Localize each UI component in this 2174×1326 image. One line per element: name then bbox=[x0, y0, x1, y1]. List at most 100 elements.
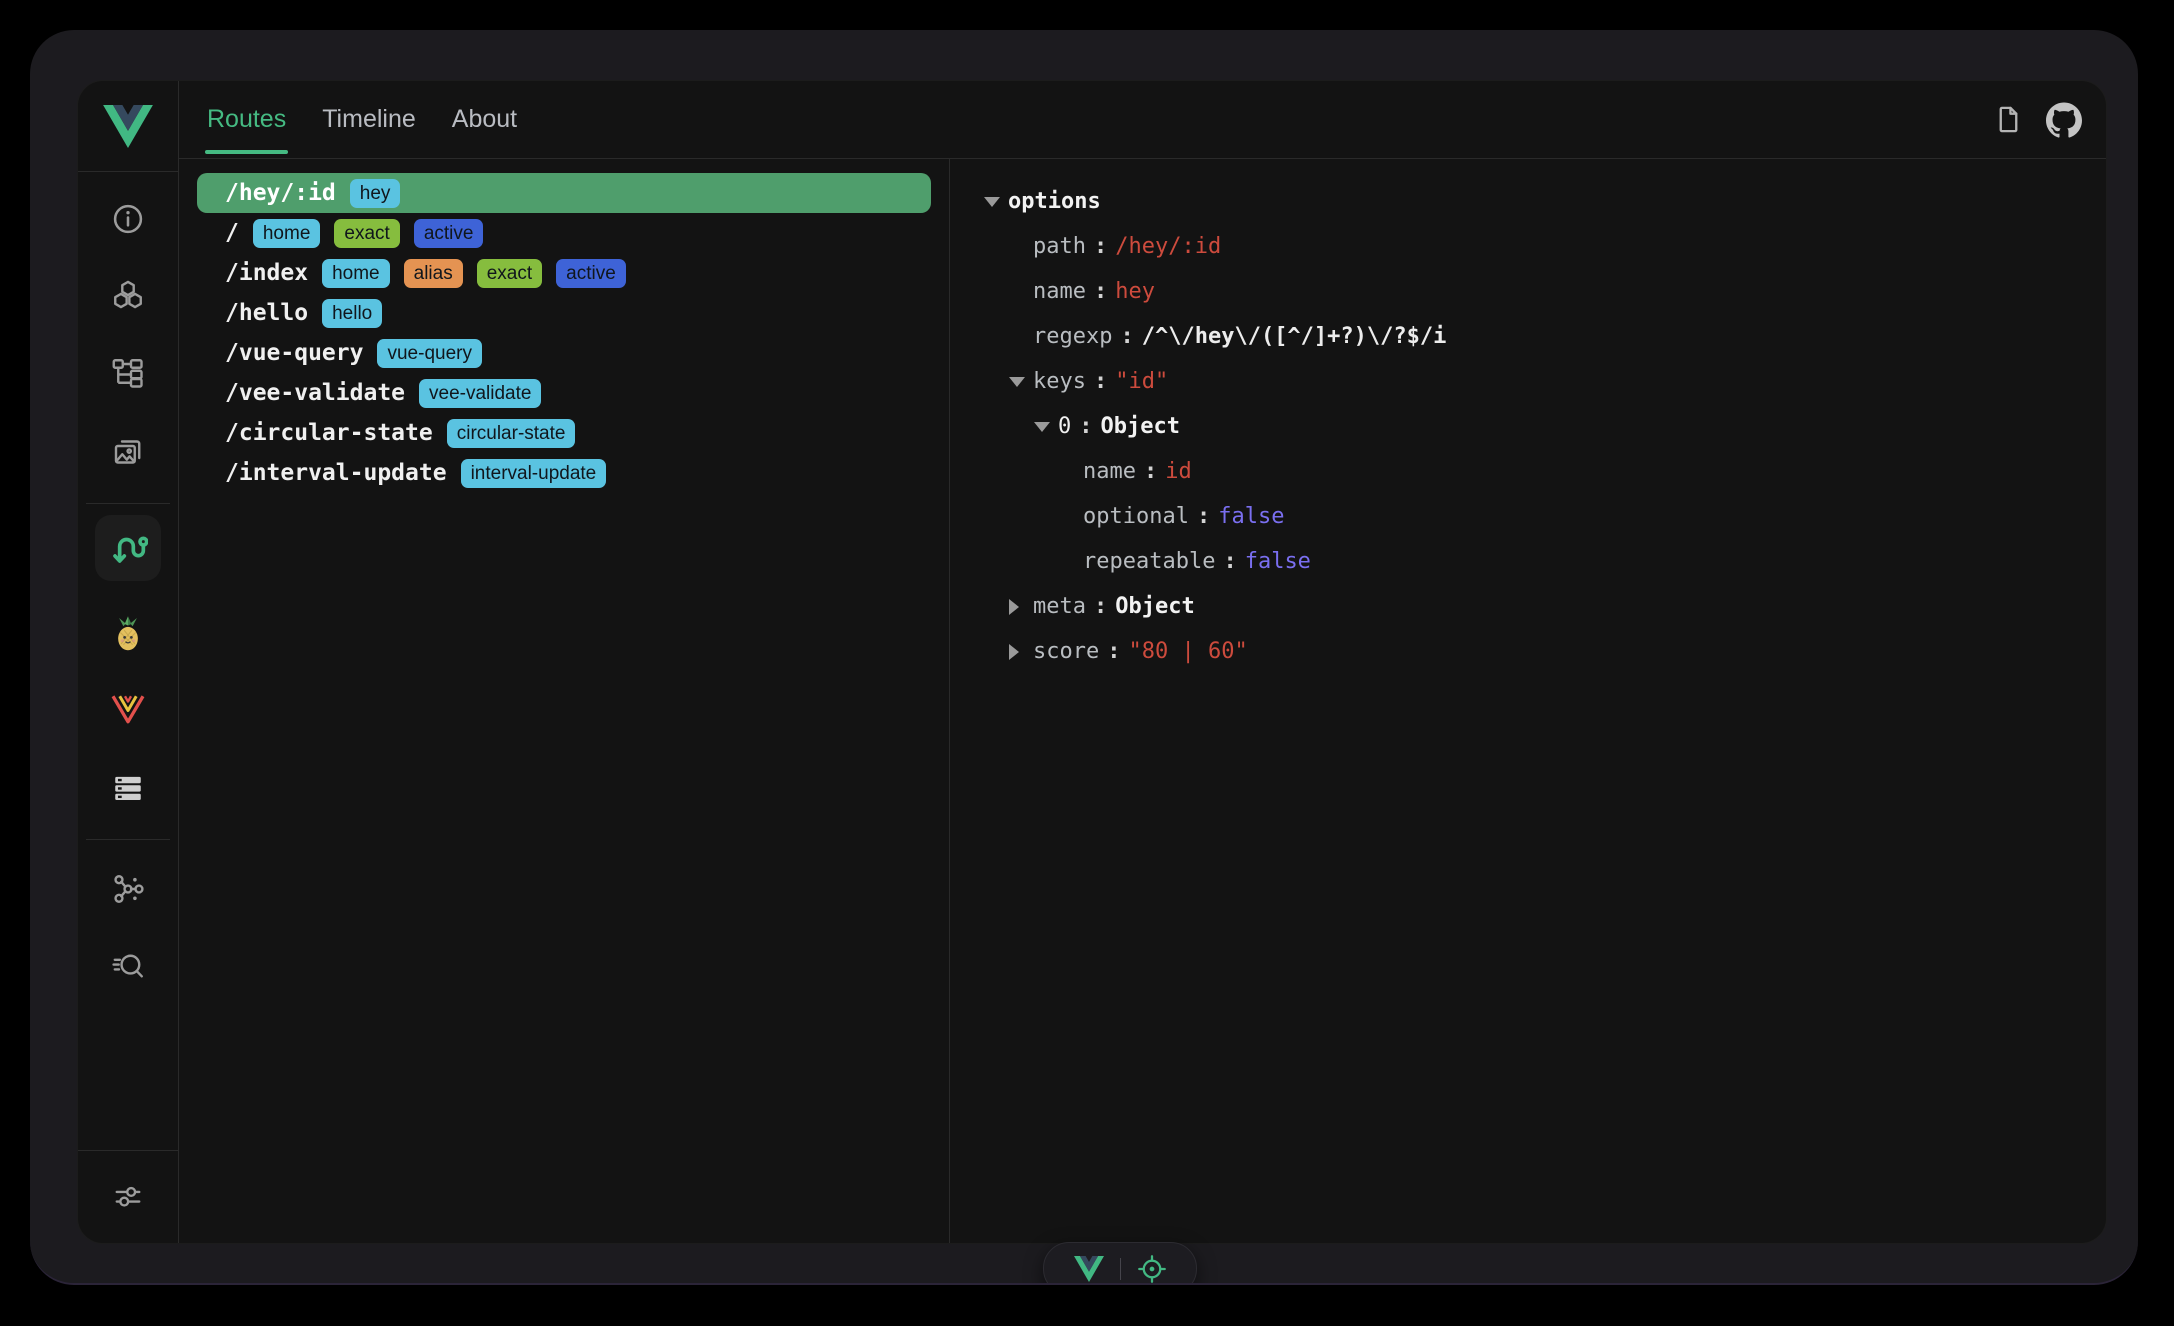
tree-value: Object bbox=[1115, 594, 1195, 619]
tree-colon: : bbox=[1107, 639, 1121, 664]
tree-row-meta[interactable]: meta: Object bbox=[950, 584, 2106, 629]
route-path: /index bbox=[225, 260, 309, 286]
tree-key: score bbox=[1033, 639, 1100, 664]
tree-colon: : bbox=[1093, 369, 1108, 394]
tree-key: keys bbox=[1033, 369, 1086, 394]
route-badge-name: home bbox=[322, 258, 390, 288]
header-actions bbox=[1993, 81, 2082, 158]
tree-row-score[interactable]: score: "80 | 60" bbox=[950, 629, 2106, 674]
route-path: /vue-query bbox=[225, 340, 364, 366]
tree-right-arrow-icon[interactable] bbox=[1009, 598, 1033, 615]
tree-key: repeatable bbox=[1083, 549, 1216, 574]
vue-logo-icon[interactable] bbox=[1073, 1255, 1104, 1282]
inspector-tree: options path: /hey/:id name: hey regexp: /^\/h… bbox=[950, 179, 2106, 674]
sidebar bbox=[78, 171, 179, 1243]
route-badge-exact: exact bbox=[476, 258, 543, 288]
tree-key: options bbox=[1008, 189, 1101, 214]
route-row[interactable]: /vee-validate vee-validate bbox=[197, 373, 931, 413]
route-row[interactable]: /hey/:id hey bbox=[197, 173, 931, 213]
inspect-target-icon[interactable] bbox=[1137, 1254, 1167, 1284]
route-row[interactable]: /vue-query vue-query bbox=[197, 333, 931, 373]
tree-row-keys[interactable]: keys: "id" bbox=[950, 359, 2106, 404]
component-tree-icon[interactable] bbox=[106, 351, 150, 395]
info-icon[interactable] bbox=[106, 197, 150, 241]
tree-right-arrow-icon[interactable] bbox=[1009, 643, 1033, 660]
route-path: /vee-validate bbox=[225, 380, 406, 406]
route-badge-name: hello bbox=[322, 298, 383, 328]
tab-routes[interactable]: Routes bbox=[204, 81, 289, 158]
route-path: /hello bbox=[225, 300, 309, 326]
tree-row-path[interactable]: path: /hey/:id bbox=[950, 224, 2106, 269]
tree-down-arrow-icon[interactable] bbox=[984, 196, 1008, 207]
devtools-window: Routes Timeline About /hey/:id hey / hom… bbox=[30, 30, 2138, 1285]
page: Routes Timeline About /hey/:id hey / hom… bbox=[0, 0, 2174, 1326]
tree-row-options[interactable]: options bbox=[950, 179, 2106, 224]
tree-colon: : bbox=[1093, 594, 1108, 619]
route-row[interactable]: / home exact active bbox=[197, 213, 931, 253]
pinia-icon[interactable] bbox=[106, 612, 150, 656]
tree-key: regexp bbox=[1033, 324, 1113, 349]
route-row[interactable]: /index home alias exact active bbox=[197, 253, 931, 293]
tree-down-arrow-icon[interactable] bbox=[1009, 376, 1033, 387]
devtools-app: Routes Timeline About /hey/:id hey / hom… bbox=[77, 80, 2107, 1244]
router-icon[interactable] bbox=[95, 515, 161, 581]
assets-icon[interactable] bbox=[106, 430, 150, 474]
route-list-pane: /hey/:id hey / home exact active/index home ali… bbox=[179, 158, 949, 1243]
tree-colon: : bbox=[1093, 234, 1108, 259]
settings-icon[interactable] bbox=[106, 1174, 150, 1218]
github-icon[interactable] bbox=[2046, 101, 2082, 138]
inspector-pane: options path: /hey/:id name: hey regexp: /^\/h… bbox=[950, 158, 2106, 1243]
route-badge-name: home bbox=[252, 218, 321, 248]
components-icon[interactable] bbox=[106, 274, 150, 318]
route-badge-name: vee-validate bbox=[419, 378, 542, 408]
tree-value: Object bbox=[1100, 414, 1180, 439]
route-badge-alias: alias bbox=[403, 258, 463, 288]
tab-bar: Routes Timeline About bbox=[179, 81, 517, 158]
tree-value: id bbox=[1165, 459, 1192, 484]
route-badge-active: active bbox=[556, 258, 626, 288]
tree-value: /hey/:id bbox=[1115, 234, 1222, 259]
tree-row-name[interactable]: name: hey bbox=[950, 269, 2106, 314]
route-list: /hey/:id hey / home exact active/index home ali… bbox=[179, 173, 949, 493]
tree-key: name bbox=[1033, 279, 1086, 304]
tree-value: false bbox=[1218, 504, 1285, 529]
tree-row-optional[interactable]: optional: false bbox=[950, 494, 2106, 539]
route-row[interactable]: /hello hello bbox=[197, 293, 931, 333]
tree-colon: : bbox=[1120, 324, 1134, 349]
tree-row-repeatable[interactable]: repeatable: false bbox=[950, 539, 2106, 584]
tree-colon: : bbox=[1143, 459, 1158, 484]
tree-value: "80 | 60" bbox=[1128, 639, 1248, 664]
route-badge-active: active bbox=[413, 218, 484, 248]
toolbar-divider bbox=[1119, 1257, 1121, 1280]
tree-row-0[interactable]: 0: Object bbox=[950, 404, 2106, 449]
tree-down-arrow-icon[interactable] bbox=[1034, 421, 1058, 432]
graph-icon[interactable] bbox=[106, 867, 150, 911]
route-badge-name: vue-query bbox=[377, 338, 482, 368]
list-icon[interactable] bbox=[106, 766, 150, 810]
sidebar-divider bbox=[86, 839, 170, 840]
tree-value: false bbox=[1244, 549, 1311, 574]
tab-about[interactable]: About bbox=[452, 81, 517, 158]
route-row[interactable]: /interval-update interval-update bbox=[197, 453, 931, 493]
tree-key: 0 bbox=[1058, 414, 1072, 439]
tree-row-regexp[interactable]: regexp: /^\/hey\/([^/]+?)\/?$/i bbox=[950, 314, 2106, 359]
tree-colon: : bbox=[1079, 414, 1093, 439]
tree-colon: : bbox=[1196, 504, 1211, 529]
header: Routes Timeline About bbox=[179, 81, 2106, 159]
tree-key: meta bbox=[1033, 594, 1086, 619]
inspector-icon[interactable] bbox=[106, 945, 150, 989]
tree-row-name[interactable]: name: id bbox=[950, 449, 2106, 494]
tree-key: optional bbox=[1083, 504, 1189, 529]
route-row[interactable]: /circular-state circular-state bbox=[197, 413, 931, 453]
tree-colon: : bbox=[1093, 279, 1108, 304]
document-icon[interactable] bbox=[1993, 104, 2024, 135]
route-badge-exact: exact bbox=[334, 218, 400, 248]
route-badge-name: interval-update bbox=[460, 458, 607, 488]
tree-value: hey bbox=[1115, 279, 1155, 304]
sidebar-divider bbox=[78, 1150, 178, 1151]
tree-colon: : bbox=[1223, 549, 1237, 574]
route-path: /interval-update bbox=[225, 460, 447, 486]
vee-validate-icon[interactable] bbox=[106, 687, 150, 731]
tab-timeline[interactable]: Timeline bbox=[322, 81, 416, 158]
route-path: /hey/:id bbox=[225, 180, 336, 206]
